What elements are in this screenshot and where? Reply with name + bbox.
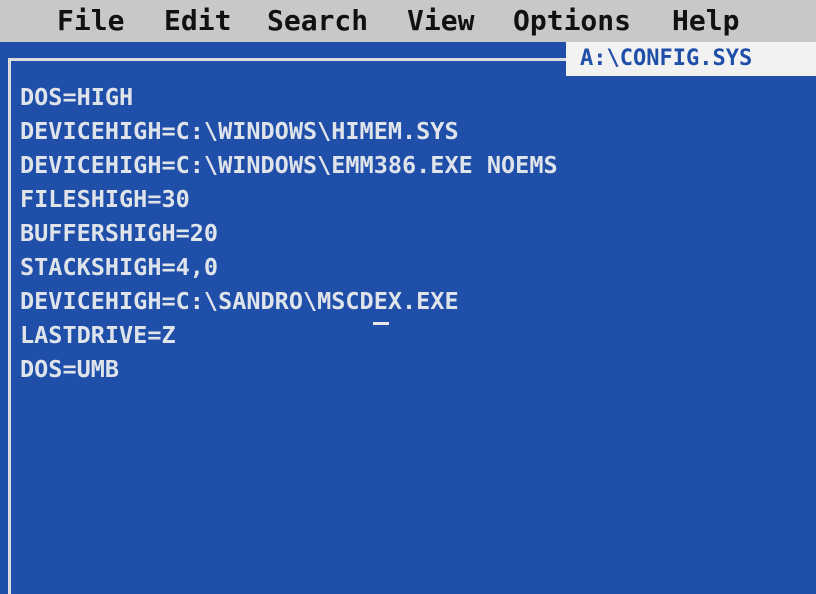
menu-view[interactable]: View (407, 3, 474, 39)
text-cursor (373, 322, 389, 325)
text-area[interactable]: DOS=HIGH DEVICEHIGH=C:\WINDOWS\HIMEM.SYS… (20, 80, 800, 580)
file-title: A:\CONFIG.SYS (566, 42, 816, 76)
menu-edit[interactable]: Edit (164, 3, 231, 39)
menu-options[interactable]: Options (513, 3, 631, 39)
menu-bar: File Edit Search View Options Help (0, 0, 816, 42)
text-line[interactable]: BUFFERSHIGH=20 (20, 216, 218, 250)
text-line[interactable]: DEVICEHIGH=C:\WINDOWS\EMM386.EXE NOEMS (20, 148, 558, 182)
text-line[interactable]: DOS=HIGH (20, 80, 133, 114)
text-line[interactable]: STACKSHIGH=4,0 (20, 250, 218, 284)
text-line[interactable]: DEVICEHIGH=C:\SANDRO\MSCDEX.EXE (20, 284, 459, 318)
text-line[interactable]: DEVICEHIGH=C:\WINDOWS\HIMEM.SYS (20, 114, 459, 148)
editor-frame-top (8, 58, 568, 61)
menu-search[interactable]: Search (267, 3, 368, 39)
editor-frame-left (8, 58, 11, 594)
menu-file[interactable]: File (57, 3, 124, 39)
menu-help[interactable]: Help (672, 3, 739, 39)
text-line[interactable]: FILESHIGH=30 (20, 182, 190, 216)
text-line[interactable]: DOS=UMB (20, 352, 119, 386)
text-line[interactable]: LASTDRIVE=Z (20, 318, 176, 352)
